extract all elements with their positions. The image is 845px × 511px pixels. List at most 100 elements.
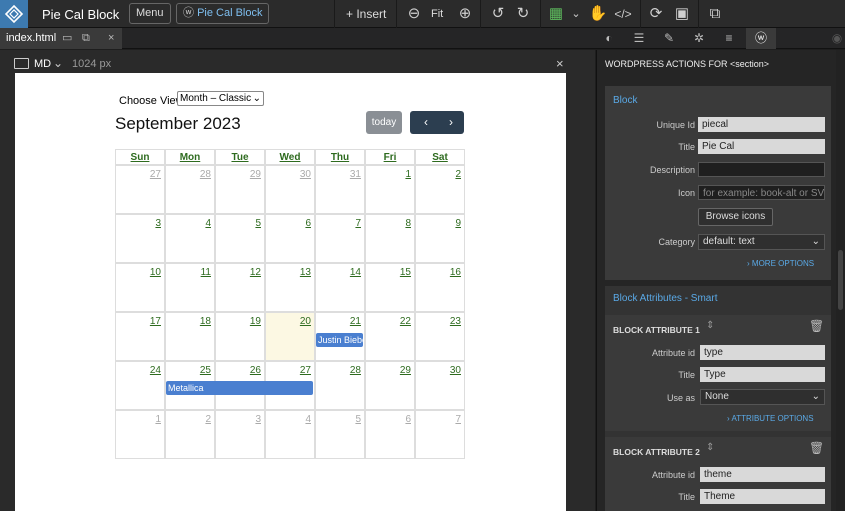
day-number[interactable]: 13 xyxy=(300,267,311,278)
calendar-day-cell[interactable]: 5 xyxy=(215,214,265,263)
calendar-day-cell[interactable]: 4 xyxy=(265,410,315,459)
day-number[interactable]: 5 xyxy=(255,218,261,229)
file-tab[interactable]: index.html ▭ ⧉ × xyxy=(0,28,122,49)
app-logo-icon[interactable] xyxy=(0,0,28,28)
day-number[interactable]: 20 xyxy=(300,316,311,327)
refresh-icon[interactable]: ⟳ xyxy=(646,4,666,24)
view-select[interactable]: Month – Classic ⌄ xyxy=(177,91,264,106)
day-number[interactable]: 27 xyxy=(150,169,161,180)
close-tab-icon[interactable]: × xyxy=(108,28,114,49)
zoom-fit-button[interactable]: Fit xyxy=(431,8,443,20)
calendar-day-cell[interactable]: 2 xyxy=(415,165,465,214)
eye-icon[interactable]: ◉ xyxy=(822,28,845,49)
day-number[interactable]: 6 xyxy=(305,218,311,229)
calendar-day-cell[interactable]: 28 xyxy=(165,165,215,214)
attribute-1-id-input[interactable]: type xyxy=(700,345,825,360)
calendar-day-cell[interactable]: 16 xyxy=(415,263,465,312)
icon-input[interactable]: for example: book-alt or SV xyxy=(698,185,825,200)
redo-icon[interactable]: ↻ xyxy=(513,4,533,24)
title-input[interactable]: Pie Cal xyxy=(698,139,825,154)
day-number[interactable]: 22 xyxy=(400,316,411,327)
close-icon[interactable]: × xyxy=(556,56,564,71)
sort-icon[interactable]: ⇕ xyxy=(706,320,714,331)
day-number[interactable]: 6 xyxy=(405,414,411,425)
calendar-day-cell[interactable]: 12 xyxy=(215,263,265,312)
prev-month-button[interactable]: ‹ xyxy=(420,111,432,134)
attribute-1-title-input[interactable]: Type xyxy=(700,367,825,382)
calendar-day-cell[interactable]: 1 xyxy=(365,165,415,214)
calendar-day-cell[interactable]: 30 xyxy=(265,165,315,214)
day-number[interactable]: 1 xyxy=(405,169,411,180)
calendar-day-cell[interactable]: 7 xyxy=(315,214,365,263)
day-number[interactable]: 5 xyxy=(355,414,361,425)
breakpoint-label[interactable]: MD xyxy=(34,58,51,70)
day-number[interactable]: 27 xyxy=(300,365,311,376)
hand-icon[interactable]: ✋ xyxy=(588,4,608,24)
unique-id-input[interactable]: piecal xyxy=(698,117,825,132)
preview-icon[interactable]: ▣ xyxy=(672,4,692,24)
day-number[interactable]: 17 xyxy=(150,316,161,327)
window-icon[interactable]: ⧉ xyxy=(705,4,725,24)
browse-icons-button[interactable]: Browse icons xyxy=(698,208,773,226)
day-number[interactable]: 21 xyxy=(350,316,361,327)
day-number[interactable]: 2 xyxy=(205,414,211,425)
calendar-day-cell[interactable]: 13 xyxy=(265,263,315,312)
day-header-sun[interactable]: Sun xyxy=(115,149,165,165)
day-number[interactable]: 24 xyxy=(150,365,161,376)
calendar-day-cell[interactable]: 11 xyxy=(165,263,215,312)
calendar-day-cell[interactable]: 29 xyxy=(215,165,265,214)
day-number[interactable]: 1 xyxy=(155,414,161,425)
calendar-day-cell[interactable]: 27 xyxy=(115,165,165,214)
day-header-sat[interactable]: Sat xyxy=(415,149,465,165)
day-header-mon[interactable]: Mon xyxy=(165,149,215,165)
description-input[interactable] xyxy=(698,162,825,177)
category-select[interactable]: default: text ⌄ xyxy=(698,234,825,250)
day-number[interactable]: 29 xyxy=(400,365,411,376)
event-justin-bieber[interactable]: Justin Biebe xyxy=(316,333,363,347)
day-number[interactable]: 26 xyxy=(250,365,261,376)
calendar-day-cell[interactable]: 24 xyxy=(115,361,165,410)
panel-scrollbar-thumb[interactable] xyxy=(838,250,843,310)
chevron-down-icon[interactable]: ⌄ xyxy=(566,4,586,24)
day-number[interactable]: 2 xyxy=(455,169,461,180)
day-number[interactable]: 30 xyxy=(300,169,311,180)
magic-wand-icon[interactable]: ✲ xyxy=(684,28,714,49)
day-number[interactable]: 25 xyxy=(200,365,211,376)
day-number[interactable]: 15 xyxy=(400,267,411,278)
attribute-1-use-as-select[interactable]: None ⌄ xyxy=(700,389,825,405)
day-number[interactable]: 3 xyxy=(255,414,261,425)
attribute-2-title-input[interactable]: Theme xyxy=(700,489,825,504)
chevron-down-icon[interactable]: ⌄ xyxy=(53,56,63,70)
calendar-day-cell[interactable]: 29 xyxy=(365,361,415,410)
calendar-day-cell[interactable]: 20 xyxy=(265,312,315,361)
undo-icon[interactable]: ↺ xyxy=(488,4,508,24)
device-icon[interactable] xyxy=(14,58,29,69)
calendar-day-cell[interactable]: 2 xyxy=(165,410,215,459)
palette-icon[interactable]: ◐ xyxy=(594,28,624,49)
zoom-in-icon[interactable]: ⊕ xyxy=(455,4,475,24)
day-number[interactable]: 10 xyxy=(150,267,161,278)
calendar-day-cell[interactable]: 9 xyxy=(415,214,465,263)
trash-icon[interactable]: 🗑 xyxy=(809,441,824,455)
calendar-day-cell[interactable]: 6 xyxy=(365,410,415,459)
calendar-day-cell[interactable]: 4 xyxy=(165,214,215,263)
insert-button[interactable]: + Insert xyxy=(346,7,386,21)
popout-icon[interactable]: ⧉ xyxy=(82,28,90,49)
day-header-thu[interactable]: Thu xyxy=(315,149,365,165)
calendar-day-cell[interactable]: 3 xyxy=(115,214,165,263)
day-number[interactable]: 28 xyxy=(200,169,211,180)
text-align-icon[interactable]: ≡ xyxy=(714,28,744,49)
calendar-day-cell[interactable]: 19 xyxy=(215,312,265,361)
calendar-day-cell[interactable]: 28 xyxy=(315,361,365,410)
day-number[interactable]: 16 xyxy=(450,267,461,278)
menu-button[interactable]: Menu xyxy=(129,3,171,24)
calendar-day-cell[interactable]: 6 xyxy=(265,214,315,263)
calendar-day-cell[interactable]: 30 xyxy=(415,361,465,410)
page-layout-icon[interactable]: ▭ xyxy=(62,28,72,49)
calendar-day-cell[interactable]: 23 xyxy=(415,312,465,361)
day-number[interactable]: 4 xyxy=(305,414,311,425)
calendar-day-cell[interactable]: 15 xyxy=(365,263,415,312)
day-number[interactable]: 29 xyxy=(250,169,261,180)
calendar-day-cell[interactable]: 22 xyxy=(365,312,415,361)
day-number[interactable]: 8 xyxy=(405,218,411,229)
